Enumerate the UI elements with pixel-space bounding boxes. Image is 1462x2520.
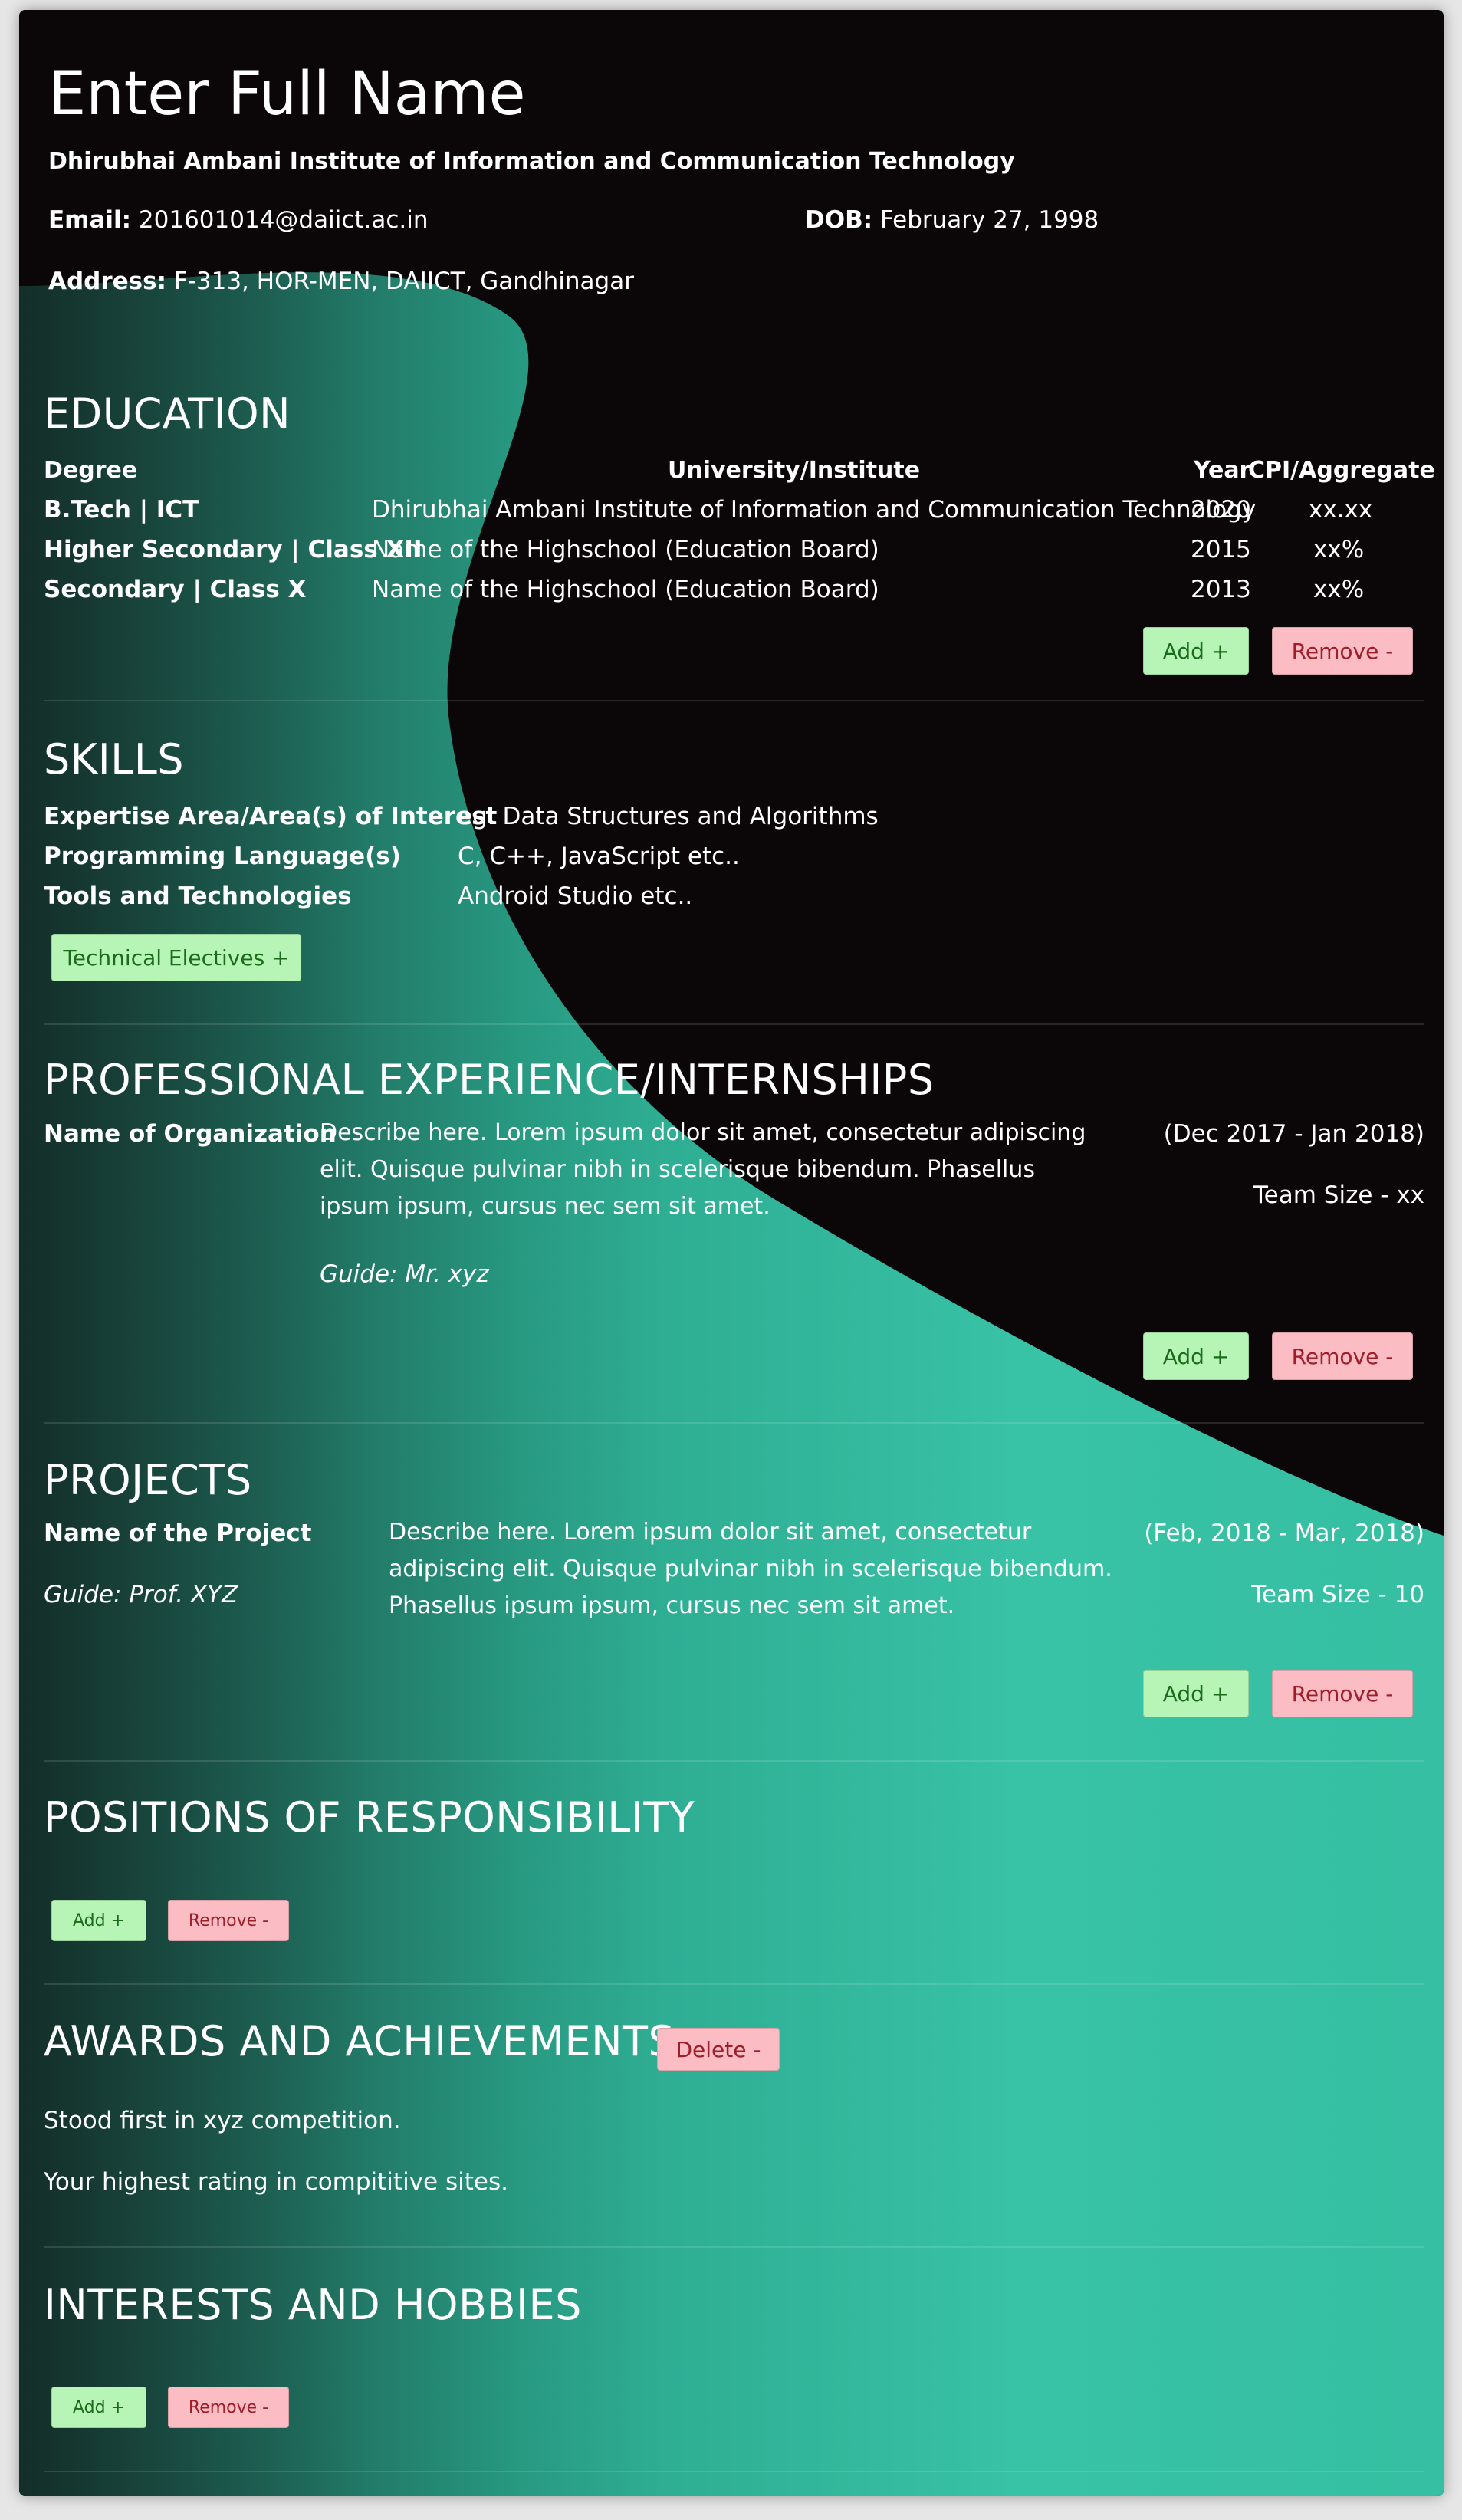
skill-label: Programming Language(s) xyxy=(44,843,401,870)
education-university[interactable]: Dhirubhai Ambani Institute of Informatio… xyxy=(372,496,1256,524)
education-header-university: University/Institute xyxy=(668,457,921,484)
section-divider xyxy=(44,1023,1424,1025)
awards-delete-button[interactable]: Delete - xyxy=(657,2028,780,2071)
section-divider xyxy=(44,2246,1424,2248)
skills-heading: SKILLS xyxy=(44,735,185,784)
experience-guide[interactable]: Guide: Mr. xyz xyxy=(320,1260,489,1288)
positions-remove-button[interactable]: Remove - xyxy=(168,1900,289,1941)
address-value[interactable]: F-313, HOR-MEN, DAIICT, Gandhinagar xyxy=(174,268,634,295)
resume-card: Enter Full Name Dhirubhai Ambani Institu… xyxy=(19,10,1444,2496)
education-heading: EDUCATION xyxy=(44,389,291,438)
full-name[interactable]: Enter Full Name xyxy=(48,60,525,129)
projects-heading: PROJECTS xyxy=(44,1456,252,1504)
section-divider xyxy=(44,1760,1424,1762)
award-item[interactable]: Your highest rating in compititive sites… xyxy=(44,2168,508,2196)
project-name[interactable]: Name of the Project xyxy=(44,1520,311,1547)
email-label: Email: xyxy=(48,206,132,234)
projects-remove-button[interactable]: Remove - xyxy=(1272,1670,1413,1717)
email-value[interactable]: 201601014@daiict.ac.in xyxy=(139,206,429,234)
skill-label: Tools and Technologies xyxy=(44,882,352,910)
education-year[interactable]: 2013 xyxy=(1191,576,1251,603)
education-header-cpi: CPI/Aggregate xyxy=(1248,457,1435,484)
experience-add-button[interactable]: Add + xyxy=(1143,1332,1249,1380)
skill-value[interactable]: C, C++, JavaScript etc.. xyxy=(458,843,740,870)
education-cpi[interactable]: xx.xx xyxy=(1309,496,1372,524)
education-cpi[interactable]: xx% xyxy=(1313,536,1364,563)
dob-value[interactable]: February 27, 1998 xyxy=(880,206,1099,234)
address-label: Address: xyxy=(48,268,166,295)
skill-value[interactable]: Android Studio etc.. xyxy=(458,882,692,910)
experience-remove-button[interactable]: Remove - xyxy=(1272,1332,1413,1380)
project-description[interactable]: Describe here. Lorem ipsum dolor sit ame… xyxy=(389,1514,1125,1625)
experience-dates[interactable]: (Dec 2017 - Jan 2018) xyxy=(1164,1120,1424,1148)
education-cpi[interactable]: xx% xyxy=(1313,576,1364,603)
positions-heading: POSITIONS OF RESPONSIBILITY xyxy=(44,1793,695,1842)
section-divider xyxy=(44,1983,1424,1985)
education-add-button[interactable]: Add + xyxy=(1143,627,1249,675)
education-year[interactable]: 2015 xyxy=(1191,536,1251,563)
education-header-year: Year xyxy=(1194,457,1251,484)
experience-heading: PROFESSIONAL EXPERIENCE/INTERNSHIPS xyxy=(44,1056,935,1104)
institute-name: Dhirubhai Ambani Institute of Informatio… xyxy=(48,148,1015,175)
section-divider xyxy=(44,700,1424,701)
section-divider xyxy=(44,1422,1424,1424)
interests-heading: INTERESTS AND HOBBIES xyxy=(44,2281,582,2329)
dob-label: DOB: xyxy=(805,206,873,234)
education-year[interactable]: 2020 xyxy=(1191,496,1251,524)
interests-add-button[interactable]: Add + xyxy=(51,2387,146,2428)
education-degree[interactable]: Higher Secondary | Class XII xyxy=(44,536,422,563)
education-remove-button[interactable]: Remove - xyxy=(1272,627,1413,675)
interests-remove-button[interactable]: Remove - xyxy=(168,2387,289,2428)
section-divider xyxy=(44,2471,1424,2472)
email-row: Email: 201601014@daiict.ac.in xyxy=(48,206,429,234)
education-header-degree: Degree xyxy=(44,457,138,484)
dob-row: DOB: February 27, 1998 xyxy=(805,206,1099,234)
awards-heading: AWARDS AND ACHIEVEMENTS xyxy=(44,2017,675,2065)
experience-team-size[interactable]: Team Size - xx xyxy=(1253,1181,1424,1209)
award-item[interactable]: Stood first in xyz competition. xyxy=(44,2107,401,2134)
positions-add-button[interactable]: Add + xyxy=(51,1900,146,1941)
address-row: Address: F-313, HOR-MEN, DAIICT, Gandhin… xyxy=(48,268,634,295)
education-university[interactable]: Name of the Highschool (Education Board) xyxy=(372,576,879,603)
education-university[interactable]: Name of the Highschool (Education Board) xyxy=(372,536,879,563)
education-degree[interactable]: Secondary | Class X xyxy=(44,576,307,603)
skill-label: Expertise Area/Area(s) of Interest xyxy=(44,803,498,830)
project-team-size[interactable]: Team Size - 10 xyxy=(1251,1581,1424,1608)
projects-add-button[interactable]: Add + xyxy=(1143,1670,1249,1717)
experience-description[interactable]: Describe here. Lorem ipsum dolor sit ame… xyxy=(320,1115,1109,1225)
project-guide[interactable]: Guide: Prof. XYZ xyxy=(44,1581,238,1608)
technical-electives-button[interactable]: Technical Electives + xyxy=(51,934,301,981)
experience-organization[interactable]: Name of Organization xyxy=(44,1120,337,1148)
education-degree[interactable]: B.Tech | ICT xyxy=(44,496,199,524)
project-dates[interactable]: (Feb, 2018 - Mar, 2018) xyxy=(1144,1520,1424,1547)
skill-value[interactable]: eg. Data Structures and Algorithms xyxy=(458,803,879,830)
